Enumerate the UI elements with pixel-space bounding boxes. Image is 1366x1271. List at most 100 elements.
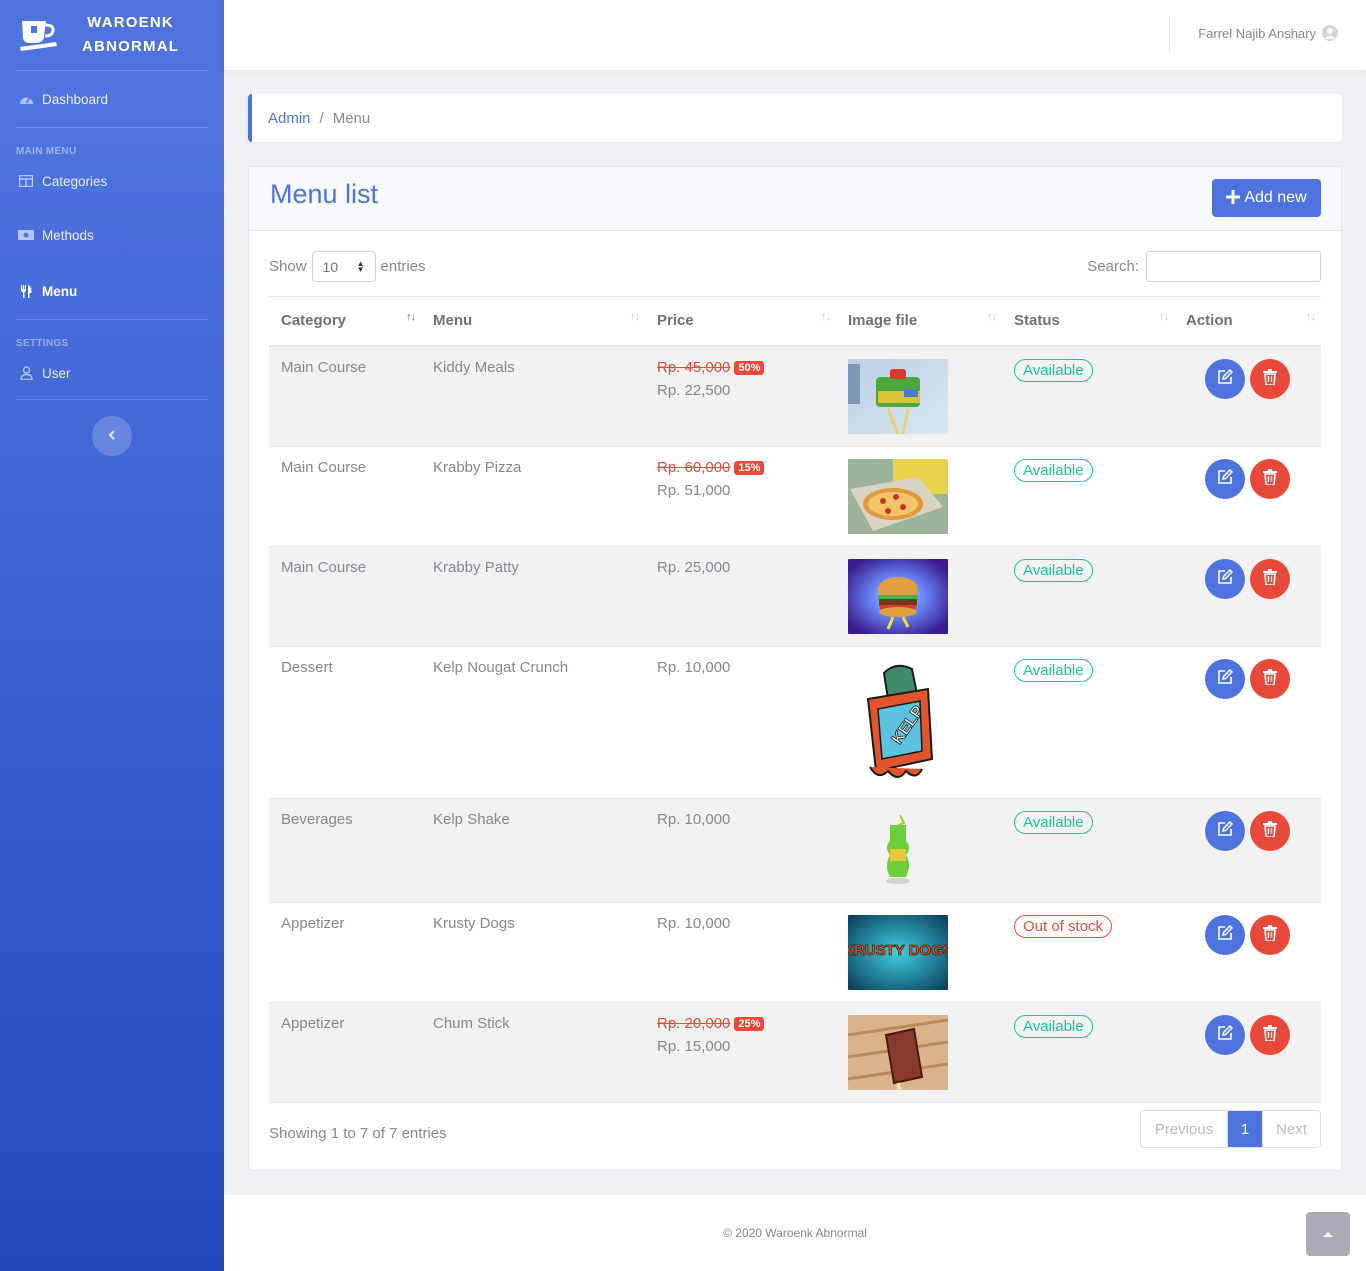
column-header-price[interactable]: Price ↑↓ [645, 297, 836, 346]
cell-action [1174, 446, 1321, 546]
cell-action [1174, 1002, 1321, 1102]
edit-button[interactable] [1205, 458, 1245, 499]
add-new-button[interactable]: Add new [1212, 179, 1321, 217]
next-button[interactable]: Next [1262, 1111, 1320, 1147]
current-price: Rp. 10,000 [657, 914, 731, 932]
chevron-up-icon [1322, 1225, 1334, 1243]
cell-status: Available [1002, 1002, 1174, 1102]
status-badge: Available [1014, 458, 1093, 482]
delete-button[interactable] [1250, 1014, 1290, 1055]
status-badge: Available [1014, 1014, 1093, 1038]
page-1-button[interactable]: 1 [1228, 1111, 1262, 1147]
search-input[interactable] [1146, 251, 1321, 282]
status-badge: Out of stock [1014, 914, 1113, 938]
cell-price: Rp. 10,000 [645, 646, 836, 798]
edit-button[interactable] [1205, 810, 1245, 851]
old-price: Rp. 20,000 [657, 1014, 731, 1032]
user-name: Farrel Najib Anshary [1198, 25, 1316, 41]
brand[interactable]: WAROENK ABNORMAL [0, 0, 224, 70]
table-info: Showing 1 to 7 of 7 entries [269, 1125, 447, 1142]
brand-line-2: ABNORMAL [82, 38, 180, 55]
chevron-left-icon [108, 427, 116, 445]
table-row: Main Course Kiddy Meals Rp. 45,000 50% Rp… [269, 345, 1321, 446]
previous-button[interactable]: Previous [1141, 1111, 1228, 1147]
cell-menu: Kelp Nougat Crunch [433, 658, 569, 676]
sidebar-item-menu[interactable]: Menu [0, 263, 224, 319]
menu-list-card: Menu list Add new Show 10 ▲ ▼ entries Sea… [248, 166, 1342, 1171]
delete-button[interactable] [1250, 658, 1290, 699]
sort-icon: ↑↓ [630, 311, 640, 323]
column-header-category[interactable]: Category ↑↓ [269, 297, 421, 346]
delete-button[interactable] [1250, 458, 1290, 499]
column-header-status[interactable]: Status ↑↓ [1002, 297, 1174, 346]
delete-button[interactable] [1250, 914, 1290, 955]
user-dropdown[interactable]: Farrel Najib Anshary [1198, 25, 1338, 41]
trash-icon [1263, 1024, 1277, 1045]
krusty-dogs-image: KRUSTY DOGS [848, 914, 948, 990]
status-badge: Available [1014, 358, 1093, 382]
column-header-label: Price [657, 312, 694, 330]
sidebar-item-dashboard[interactable]: Dashboard [0, 71, 224, 127]
entries-select[interactable]: 10 ▲ ▼ [311, 251, 376, 282]
column-header-action[interactable]: Action ↑↓ [1174, 297, 1321, 346]
edit-button[interactable] [1205, 658, 1245, 699]
search-label: Search: [1087, 258, 1139, 275]
money-bill-icon [18, 230, 34, 240]
sidebar-item-categories[interactable]: Categories [0, 155, 224, 207]
table-controls: Show 10 ▲ ▼ entries Search: [249, 231, 1341, 297]
delete-button[interactable] [1250, 558, 1290, 599]
cell-category: Beverages [281, 810, 353, 828]
table-row: Appetizer Krusty Dogs Rp. 10,000 KRUSTY … [269, 902, 1321, 1002]
sidebar-item-label: Dashboard [42, 91, 109, 107]
sidebar-item-user[interactable]: User [0, 347, 224, 399]
edit-icon [1217, 368, 1234, 389]
utensils-icon [18, 284, 34, 298]
sidebar-toggle-button[interactable] [92, 416, 132, 456]
delete-button[interactable] [1250, 358, 1290, 399]
cell-menu: Kiddy Meals [433, 358, 515, 376]
user-icon [18, 366, 34, 380]
table-icon [18, 175, 34, 187]
trash-icon [1263, 820, 1277, 841]
copyright-text: © 2020 Waroenk Abnormal [723, 1226, 867, 1240]
cell-action [1174, 798, 1321, 902]
plus-icon [1226, 188, 1241, 208]
column-header-image[interactable]: Image file ↑↓ [836, 297, 1002, 346]
sidebar-item-label: Categories [42, 173, 108, 189]
table-search: Search: [1087, 251, 1321, 282]
cell-status: Available [1002, 798, 1174, 902]
sort-icon: ↑↓ [987, 311, 997, 323]
status-badge: Available [1014, 658, 1093, 682]
sidebar-item-label: Methods [42, 227, 94, 243]
chum-stick-image [848, 1014, 948, 1090]
cell-menu: Chum Stick [433, 1014, 510, 1032]
sort-icon: ↑↓ [406, 311, 416, 323]
cell-action [1174, 546, 1321, 646]
sidebar-item-label: Menu [42, 283, 78, 299]
add-new-label: Add new [1244, 189, 1307, 206]
edit-button[interactable] [1205, 914, 1245, 955]
cell-image: KRUSTY DOGS [836, 902, 1002, 1002]
discount-badge: 50% [734, 360, 765, 375]
breadcrumb-admin-link[interactable]: Admin [268, 110, 311, 127]
scroll-to-top-button[interactable] [1306, 1212, 1350, 1256]
cell-image [836, 1002, 1002, 1102]
cell-image [836, 446, 1002, 546]
sidebar-item-methods[interactable]: Methods [0, 207, 224, 263]
delete-button[interactable] [1250, 810, 1290, 851]
entries-label: entries [380, 258, 426, 275]
user-avatar-icon [1322, 25, 1338, 41]
cell-category: Dessert [281, 658, 333, 676]
edit-button[interactable] [1205, 1014, 1245, 1055]
trash-icon [1263, 668, 1277, 689]
table-row: Dessert Kelp Nougat Crunch Rp. 10,000 KE… [269, 646, 1321, 798]
edit-button[interactable] [1205, 358, 1245, 399]
column-header-menu[interactable]: Menu ↑↓ [421, 297, 645, 346]
sidebar: WAROENK ABNORMAL Dashboard MAIN MENU Cat… [0, 0, 224, 1271]
cell-menu: Kelp Shake [433, 810, 510, 828]
cell-category: Appetizer [281, 914, 345, 932]
current-price: Rp. 10,000 [657, 810, 731, 828]
trash-icon [1263, 468, 1277, 489]
edit-button[interactable] [1205, 558, 1245, 599]
cell-category: Appetizer [281, 1014, 345, 1032]
